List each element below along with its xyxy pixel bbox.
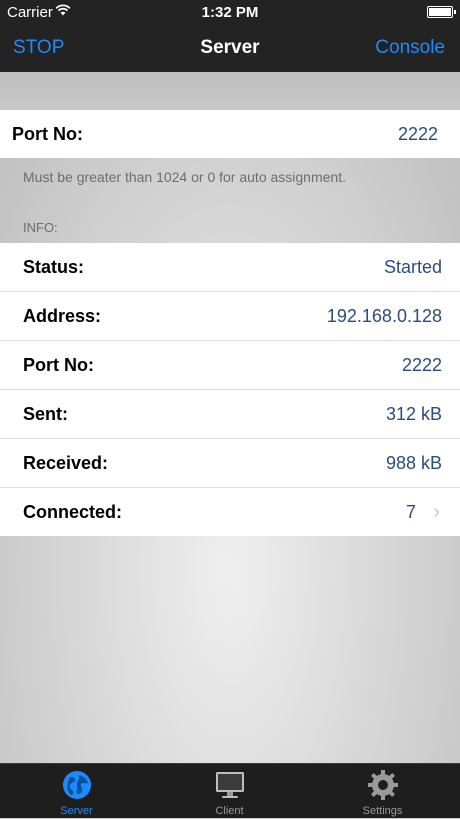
info-value: Started [383, 257, 442, 277]
info-value: 192.168.0.128 [326, 306, 442, 326]
info-row-status: Status: Started [0, 243, 460, 292]
info-row-connected[interactable]: Connected: 7 › [0, 488, 460, 536]
info-group: Status: Started Address: 192.168.0.128 P… [0, 243, 460, 536]
monitor-icon [215, 772, 244, 798]
port-hint: Must be greater than 1024 or 0 for auto … [23, 169, 346, 185]
info-value: 7 [405, 502, 416, 522]
tab-bar: Server Client Settings [0, 763, 460, 818]
port-setting-row[interactable]: Port No: [0, 110, 460, 158]
tab-label: Settings [362, 805, 403, 817]
info-row-received: Received: 988 kB [0, 439, 460, 488]
info-value: 2222 [401, 355, 442, 375]
info-row-address: Address: 192.168.0.128 [0, 292, 460, 341]
info-value: 312 kB [385, 404, 442, 424]
navigation-bar: STOP Server Console [0, 26, 460, 70]
port-input[interactable] [278, 122, 438, 146]
info-label: Received: [23, 453, 109, 473]
info-label: Port No: [23, 355, 94, 375]
console-button[interactable]: Console [375, 37, 445, 59]
info-row-sent: Sent: 312 kB [0, 390, 460, 439]
battery-icon [427, 6, 456, 18]
info-row-port: Port No: 2222 [0, 341, 460, 390]
settings-table: Port No: Must be greater than 1024 or 0 … [0, 72, 460, 763]
info-label: Status: [23, 257, 85, 277]
status-bar: Carrier 1:32 PM [0, 0, 460, 24]
chevron-right-icon: › [433, 501, 440, 523]
tab-label: Client [215, 805, 244, 817]
info-label: Address: [23, 306, 102, 326]
globe-icon [62, 771, 91, 799]
tab-label: Server [60, 805, 93, 817]
info-value: 988 kB [385, 453, 442, 473]
section-spacer [0, 72, 460, 110]
gear-icon [367, 770, 398, 800]
tab-server[interactable]: Server [0, 764, 153, 819]
tab-settings[interactable]: Settings [306, 764, 459, 819]
top-bar: Carrier 1:32 PM STOP Server Console [0, 0, 460, 72]
info-label: Sent: [23, 404, 68, 424]
port-label: Port No: [12, 124, 83, 144]
clock: 1:32 PM [201, 4, 259, 21]
info-section-header: INFO: [23, 220, 58, 235]
info-label: Connected: [23, 502, 122, 522]
tab-client[interactable]: Client [153, 764, 306, 819]
